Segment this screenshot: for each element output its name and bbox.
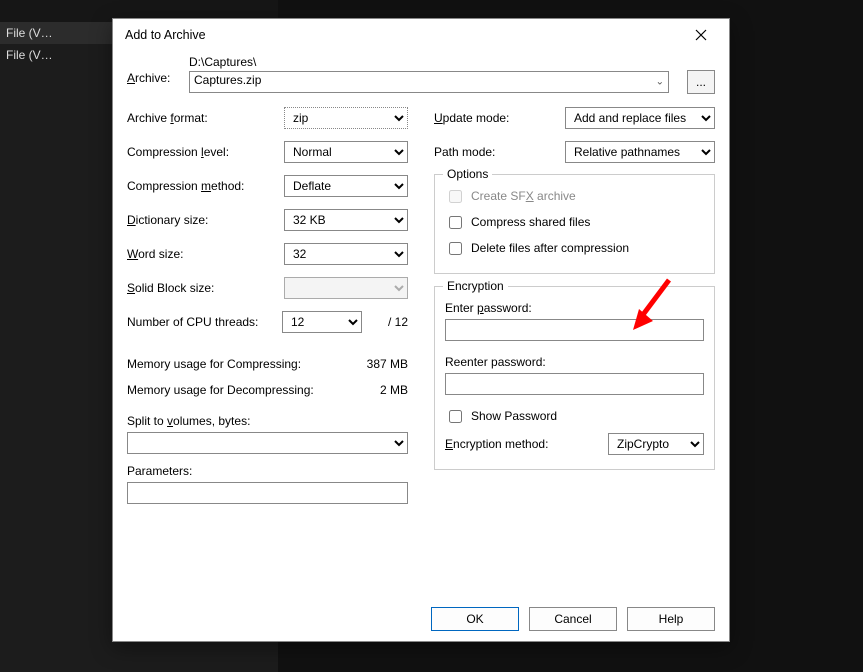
update-mode-select[interactable]: Add and replace files [565, 107, 715, 129]
archive-file-value: Captures.zip [194, 73, 261, 87]
file-name: File (V… [6, 48, 53, 62]
add-to-archive-dialog: Add to Archive Archive: D:\Captures\ Cap… [112, 18, 730, 642]
dialog-footer: OK Cancel Help [113, 597, 729, 641]
close-button[interactable] [681, 21, 721, 49]
mem-decompress-value: 2 MB [380, 383, 408, 397]
enter-password-label: Enter password: [445, 301, 704, 315]
cancel-button[interactable]: Cancel [529, 607, 617, 631]
enter-password-input[interactable] [445, 319, 704, 341]
show-password-checkbox[interactable] [449, 410, 462, 423]
solid-block-select [284, 277, 408, 299]
encryption-method-label: Encryption method: [445, 437, 598, 451]
browse-button[interactable]: ... [687, 70, 715, 94]
compression-level-label: Compression level: [127, 145, 284, 159]
compression-method-label: Compression method: [127, 179, 284, 193]
delete-checkbox-row[interactable]: Delete files after compression [445, 237, 704, 259]
solid-block-label: Solid Block size: [127, 281, 284, 295]
dialog-titlebar: Add to Archive [113, 19, 729, 51]
options-group: Options Create SFX archive Compress shar… [434, 174, 715, 274]
reenter-password-label: Reenter password: [445, 355, 704, 369]
mem-compress-value: 387 MB [367, 357, 408, 371]
cpu-threads-select[interactable]: 12 [282, 311, 362, 333]
ok-button[interactable]: OK [431, 607, 519, 631]
archive-path-text: D:\Captures\ [189, 55, 669, 69]
sfx-checkbox [449, 190, 462, 203]
dictionary-size-select[interactable]: 32 KB [284, 209, 408, 231]
compression-level-select[interactable]: Normal [284, 141, 408, 163]
encryption-method-select[interactable]: ZipCrypto [608, 433, 704, 455]
sfx-checkbox-row: Create SFX archive [445, 185, 704, 207]
split-volumes-label: Split to volumes, bytes: [127, 414, 408, 428]
shared-checkbox[interactable] [449, 216, 462, 229]
mem-compress-label: Memory usage for Compressing: [127, 357, 301, 371]
cpu-total-text: / 12 [368, 315, 408, 329]
path-mode-select[interactable]: Relative pathnames [565, 141, 715, 163]
split-volumes-combo[interactable] [127, 432, 408, 454]
left-column: Archive format: zip Compression level: N… [127, 106, 408, 504]
word-size-label: Word size: [127, 247, 284, 261]
archive-file-combo[interactable]: Captures.zip ⌄ [189, 71, 669, 93]
options-legend: Options [443, 167, 492, 181]
show-password-label: Show Password [471, 409, 557, 423]
encryption-legend: Encryption [443, 279, 508, 293]
archive-format-select[interactable]: zip [284, 107, 408, 129]
encryption-group: Encryption Enter password: Reenter passw… [434, 286, 715, 470]
cpu-threads-label: Number of CPU threads: [127, 315, 282, 329]
update-mode-label: Update mode: [434, 111, 565, 125]
show-password-row[interactable]: Show Password [445, 405, 704, 427]
file-name: File (V… [6, 26, 53, 40]
parameters-label: Parameters: [127, 464, 408, 478]
shared-checkbox-row[interactable]: Compress shared files [445, 211, 704, 233]
right-column: Update mode: Add and replace files Path … [434, 106, 715, 504]
close-icon [695, 29, 707, 41]
archive-format-label: Archive format: [127, 111, 284, 125]
chevron-down-icon: ⌄ [656, 77, 664, 88]
compression-method-select[interactable]: Deflate [284, 175, 408, 197]
delete-checkbox[interactable] [449, 242, 462, 255]
delete-label: Delete files after compression [471, 241, 629, 255]
shared-label: Compress shared files [471, 215, 590, 229]
dialog-title: Add to Archive [125, 28, 206, 42]
word-size-select[interactable]: 32 [284, 243, 408, 265]
mem-decompress-label: Memory usage for Decompressing: [127, 383, 314, 397]
help-button[interactable]: Help [627, 607, 715, 631]
reenter-password-input[interactable] [445, 373, 704, 395]
archive-label: Archive: [127, 55, 171, 85]
dictionary-size-label: Dictionary size: [127, 213, 284, 227]
parameters-input[interactable] [127, 482, 408, 504]
sfx-label: Create SFX archive [471, 189, 576, 203]
path-mode-label: Path mode: [434, 145, 565, 159]
